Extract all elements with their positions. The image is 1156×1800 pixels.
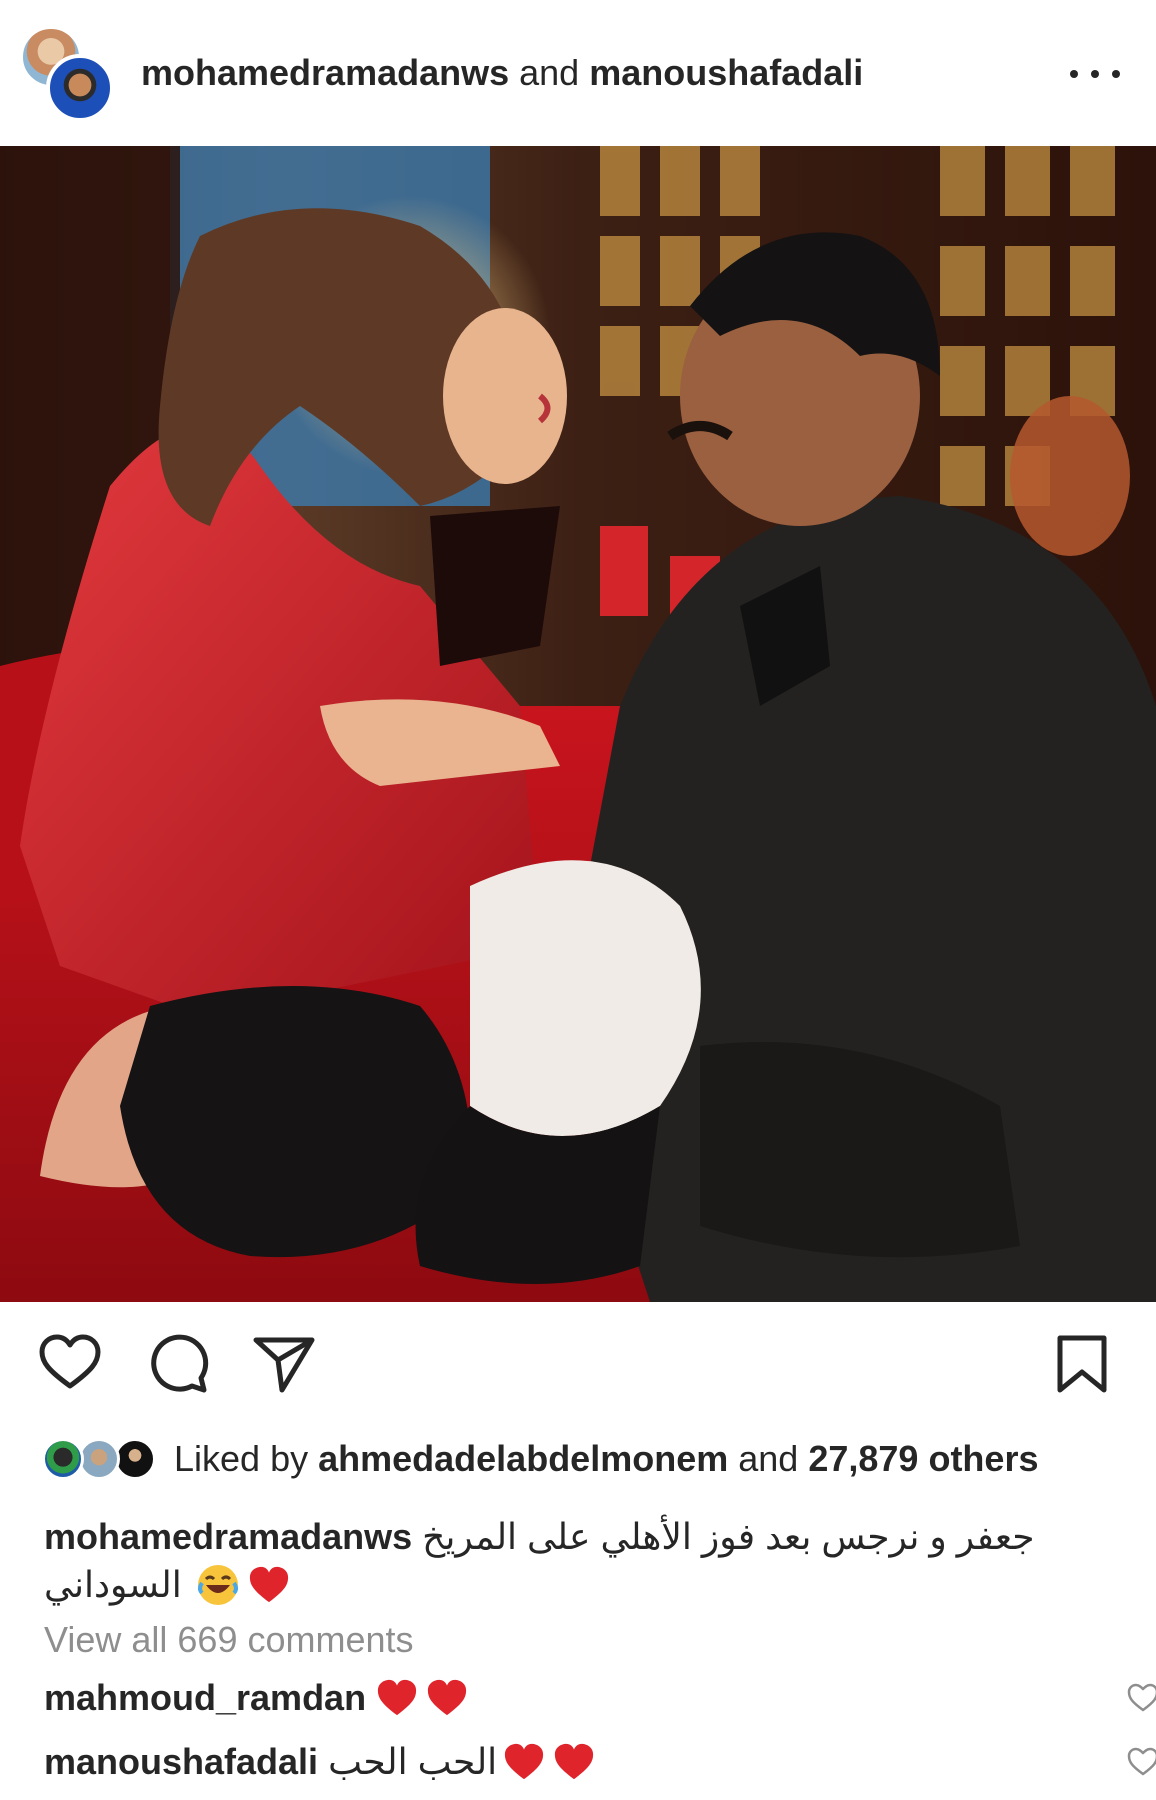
avatar bbox=[78, 1438, 120, 1480]
likes-row[interactable]: Liked by ahmedadelabdelmonem and 27,879 … bbox=[42, 1434, 1122, 1484]
red-heart-emoji-icon bbox=[505, 1743, 544, 1780]
caption-text: جعفر و نرجس بعد فوز الأهلي على المريخ bbox=[422, 1516, 1035, 1557]
likes-prefix: Liked by bbox=[174, 1438, 309, 1479]
liker-avatars bbox=[42, 1436, 166, 1482]
avatar bbox=[114, 1438, 156, 1480]
comment-username[interactable]: manoushafadali bbox=[44, 1734, 318, 1790]
dot bbox=[1112, 70, 1120, 78]
caption-line-2: السوداني bbox=[44, 1560, 290, 1610]
likes-middle: and bbox=[738, 1438, 799, 1479]
post-caption: mohamedramadanws جعفر و نرجس بعد فوز الأ… bbox=[44, 1512, 1114, 1562]
comment-bubble-icon[interactable] bbox=[146, 1332, 210, 1396]
red-heart-emoji-icon bbox=[555, 1743, 594, 1780]
post-actions bbox=[0, 1302, 1156, 1422]
more-options-icon[interactable] bbox=[1070, 56, 1120, 92]
avatar bbox=[42, 1438, 84, 1480]
post-photo-artwork bbox=[0, 146, 1156, 1302]
likes-summary: Liked by ahmedadelabdelmonem and 27,879 … bbox=[174, 1438, 1038, 1480]
comment-row: mahmoud_ramdan bbox=[44, 1670, 1156, 1726]
comment-text: الحب الحب bbox=[328, 1741, 498, 1782]
dot bbox=[1070, 70, 1078, 78]
bookmark-outline-icon[interactable] bbox=[1050, 1332, 1114, 1396]
author-username[interactable]: manoushafadali bbox=[589, 52, 863, 93]
liker-username[interactable]: ahmedadelabdelmonem bbox=[318, 1438, 728, 1479]
comment-row: manoushafadali الحب الحب bbox=[44, 1734, 1156, 1790]
paper-plane-icon[interactable] bbox=[252, 1332, 316, 1396]
red-heart-emoji-icon bbox=[427, 1679, 467, 1716]
comment-like-heart-icon[interactable] bbox=[1127, 1746, 1156, 1778]
comment-like-heart-icon[interactable] bbox=[1127, 1682, 1156, 1714]
view-all-comments-link[interactable]: View all 669 comments bbox=[44, 1616, 414, 1664]
caption-text-continued: السوداني bbox=[44, 1564, 182, 1605]
comment-username[interactable]: mahmoud_ramdan bbox=[44, 1670, 366, 1726]
collab-avatars[interactable] bbox=[20, 26, 120, 122]
author-connector: and bbox=[519, 52, 580, 93]
caption-username[interactable]: mohamedramadanws bbox=[44, 1516, 412, 1557]
red-heart-emoji-icon bbox=[249, 1566, 288, 1603]
post-header: mohamedramadanws and manoushafadali bbox=[0, 0, 1156, 146]
red-heart-emoji-icon bbox=[377, 1679, 417, 1716]
heart-outline-icon[interactable] bbox=[38, 1332, 102, 1396]
post-photo[interactable] bbox=[0, 146, 1156, 1302]
post-authors: mohamedramadanws and manoushafadali bbox=[141, 50, 863, 96]
laughing-emoji-icon bbox=[197, 1565, 238, 1605]
avatar[interactable] bbox=[46, 54, 114, 122]
author-username[interactable]: mohamedramadanws bbox=[141, 52, 509, 93]
dot bbox=[1091, 70, 1099, 78]
likes-count[interactable]: 27,879 others bbox=[808, 1438, 1038, 1479]
